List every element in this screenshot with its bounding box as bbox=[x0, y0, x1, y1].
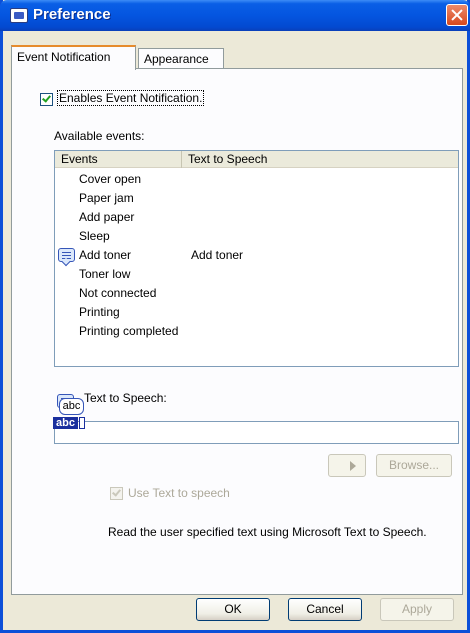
checkmark-icon bbox=[112, 487, 121, 497]
checkmark-icon bbox=[42, 93, 51, 103]
abc-top-label: abc bbox=[59, 398, 84, 415]
tab-appearance[interactable]: Appearance bbox=[138, 48, 224, 69]
event-tts: Add toner bbox=[191, 248, 244, 262]
list-header: Events Text to Speech bbox=[55, 151, 458, 168]
list-item[interactable]: Cover open bbox=[55, 170, 458, 189]
list-item[interactable]: Not connected bbox=[55, 284, 458, 303]
tts-description: Read the user specified text using Micro… bbox=[108, 525, 427, 539]
tts-label: Text to Speech: bbox=[84, 391, 167, 405]
window-title: Preference bbox=[33, 6, 111, 23]
preference-window: Preference Event Notification Appearance… bbox=[0, 0, 470, 633]
tab-event-notification[interactable]: Event Notification bbox=[11, 45, 136, 70]
list-item[interactable]: Add paper bbox=[55, 208, 458, 227]
list-item[interactable]: Printing completed bbox=[55, 322, 458, 341]
column-header-tts[interactable]: Text to Speech bbox=[182, 151, 312, 168]
text-to-speech-icon: abc abc bbox=[53, 398, 89, 434]
browse-button[interactable]: Browse... bbox=[376, 454, 452, 477]
list-item[interactable]: Sleep bbox=[55, 227, 458, 246]
enable-notification-checkbox[interactable] bbox=[40, 93, 53, 106]
close-button[interactable] bbox=[446, 4, 468, 26]
event-name: Paper jam bbox=[79, 191, 134, 205]
event-name: Sleep bbox=[79, 229, 110, 243]
tts-text-field[interactable] bbox=[54, 421, 459, 444]
tab-panel: Enables Event Notification. Available ev… bbox=[11, 68, 463, 595]
cursor-icon bbox=[79, 417, 85, 429]
list-item[interactable]: Add toner Add toner bbox=[55, 246, 458, 265]
use-tts-label[interactable]: Use Text to speech bbox=[128, 486, 230, 500]
ok-button[interactable]: OK bbox=[196, 598, 270, 621]
speech-bubble-icon bbox=[58, 248, 75, 262]
list-item[interactable]: Printing bbox=[55, 303, 458, 322]
event-name: Toner low bbox=[79, 267, 131, 281]
event-name: Add toner bbox=[79, 248, 132, 262]
event-name: Printing completed bbox=[79, 324, 179, 338]
use-tts-checkbox[interactable] bbox=[110, 487, 123, 500]
enable-notification-label[interactable]: Enables Event Notification. bbox=[56, 90, 205, 106]
event-name: Not connected bbox=[79, 286, 157, 300]
event-name: Add paper bbox=[79, 210, 135, 224]
app-icon bbox=[10, 8, 28, 23]
play-button[interactable] bbox=[328, 454, 366, 477]
event-name: Printing bbox=[79, 305, 120, 319]
event-name: Cover open bbox=[79, 172, 142, 186]
apply-button[interactable]: Apply bbox=[380, 598, 454, 621]
abc-bottom-label: abc bbox=[53, 417, 78, 429]
cancel-button[interactable]: Cancel bbox=[288, 598, 362, 621]
events-list[interactable]: Events Text to Speech Cover open Paper j… bbox=[54, 150, 459, 367]
list-item[interactable]: Toner low bbox=[55, 265, 458, 284]
list-item[interactable]: Paper jam bbox=[55, 189, 458, 208]
available-events-label: Available events: bbox=[54, 129, 145, 143]
play-icon bbox=[350, 461, 356, 471]
title-bar[interactable]: Preference bbox=[0, 0, 470, 31]
column-header-events[interactable]: Events bbox=[55, 151, 182, 168]
